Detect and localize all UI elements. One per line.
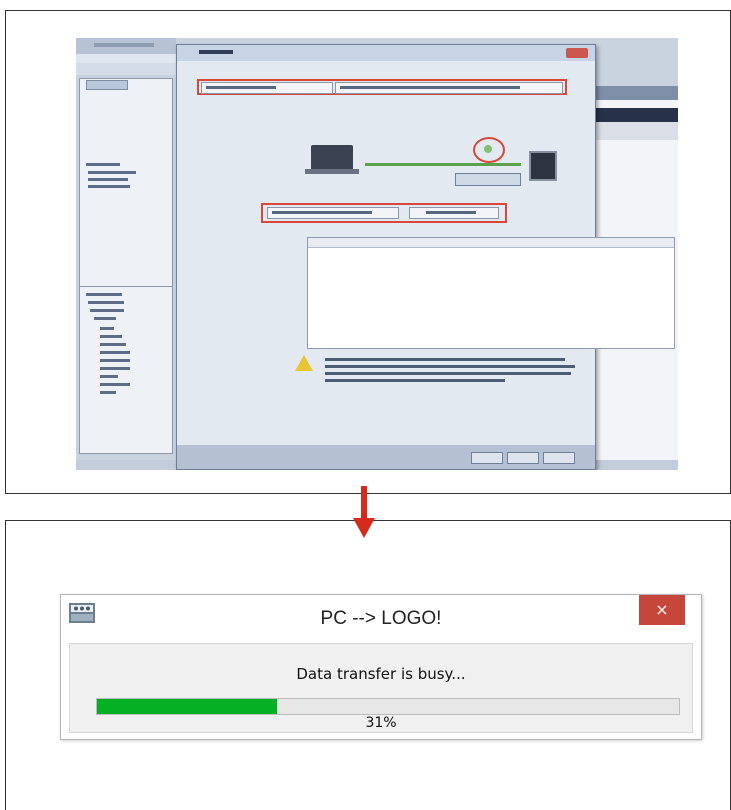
connection-line	[365, 163, 521, 166]
main-window-menu-bar	[76, 54, 176, 63]
interface-screenshot	[76, 38, 678, 470]
help-button[interactable]	[543, 452, 575, 464]
ok-button[interactable]	[471, 452, 503, 464]
transfer-progress-dialog: PC --> LOGO! × Data transfer is busy... …	[60, 594, 702, 740]
diagram-tree-pane	[79, 78, 173, 308]
accessible-nodes-header	[308, 238, 674, 248]
arrow-down-icon	[353, 486, 375, 538]
warning-text-line	[325, 358, 565, 361]
close-button[interactable]: ×	[639, 595, 685, 625]
right-pane-header	[596, 86, 678, 100]
target-ip-field[interactable]	[267, 207, 399, 219]
warning-text-line	[325, 365, 575, 368]
progress-bar-fill	[97, 699, 278, 714]
interface-dialog-title-bar	[177, 45, 595, 61]
instructions-tree-pane	[79, 286, 173, 454]
progress-bar	[96, 698, 680, 715]
progress-percent: 31%	[365, 715, 397, 731]
warning-icon	[295, 355, 313, 371]
warning-text-line	[325, 379, 505, 382]
progress-dialog-title-bar: PC --> LOGO! ×	[61, 595, 701, 643]
main-window-toolbar	[76, 63, 176, 75]
progress-message: Data transfer is busy...	[296, 665, 466, 683]
main-window-title-bar	[76, 38, 176, 54]
cancel-button[interactable]	[507, 452, 539, 464]
progress-dialog-title: PC --> LOGO!	[320, 608, 442, 629]
network-adapter-select[interactable]	[335, 82, 563, 94]
warning-text-line	[325, 372, 571, 375]
right-pane-toolbar	[596, 122, 678, 140]
progress-dialog-body: Data transfer is busy... 31%	[69, 643, 693, 733]
address-reset-button[interactable]	[409, 207, 499, 219]
pc-icon	[305, 145, 359, 174]
connection-ok-icon	[473, 137, 505, 163]
right-pane-dark-band	[596, 108, 678, 122]
diagram-mode-tab[interactable]	[86, 80, 128, 90]
test-button[interactable]	[455, 173, 521, 186]
interface-dialog-close-button[interactable]	[566, 48, 588, 58]
logo-device-icon	[529, 151, 557, 181]
accessible-nodes-table	[307, 237, 675, 349]
connection-type-select[interactable]	[201, 82, 333, 94]
interface-dialog	[176, 44, 675, 470]
